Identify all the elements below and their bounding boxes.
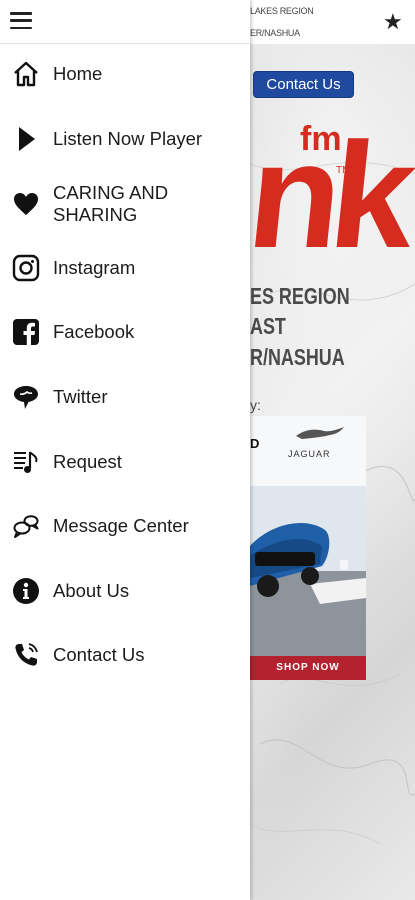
menu-item-label: Twitter [53,386,108,407]
station-city-text: ER/NASHUA [250,28,300,38]
jaguar-logo-icon [296,427,344,439]
menu-item-label: Facebook [53,321,135,342]
message-center-icon [11,511,41,541]
menu-item-facebook[interactable]: Facebook [0,304,250,360]
menu-item-contact-us[interactable]: Contact Us [0,627,250,683]
menu-item-twitter[interactable]: Twitter [0,369,250,425]
heart-icon [11,189,41,219]
twitter-icon [11,382,41,412]
menu-item-request[interactable]: Request [0,434,250,490]
info-icon [11,576,41,606]
sponsored-by-label: y: [250,397,261,413]
coverage-region-line: AST [250,313,286,339]
instagram-icon [11,253,41,283]
contact-us-button[interactable]: Contact Us [253,71,354,98]
shop-now-button[interactable]: SHOP NOW [250,656,366,680]
station-logo-tm: TM [336,165,351,176]
home-icon [11,59,41,89]
coverage-region-line: R/NASHUA [250,344,345,370]
phone-icon [11,640,41,670]
menu-item-label: CARING AND SHARING [53,182,169,225]
advertisement-banner[interactable]: D JAGUAR SHOP NOW [250,416,366,680]
station-logo-fm: fm [300,120,342,158]
ad-brand-fragment: D [250,436,260,451]
star-icon[interactable]: ★ [383,11,403,33]
ad-brand-name: JAGUAR [288,449,331,459]
station-region-text: LAKES REGION [250,6,314,16]
menu-item-label: Request [53,451,122,472]
coverage-region-line: ES REGION [250,283,350,309]
facebook-icon [11,317,41,347]
menu-item-label: Message Center [53,515,189,536]
menu-item-label: Listen Now Player [53,128,203,149]
drawer-header [0,0,250,44]
play-icon [11,124,41,154]
menu-item-about-us[interactable]: About Us [0,563,250,619]
menu-item-listen-now[interactable]: Listen Now Player [0,111,250,167]
hamburger-icon[interactable] [10,12,32,30]
menu-item-label: About Us [53,580,130,601]
car-image [250,486,366,656]
menu-item-label: Instagram [53,257,136,278]
menu-item-message-center[interactable]: Message Center [0,498,250,554]
menu-item-home[interactable]: Home [0,46,250,102]
menu-item-label: Home [53,63,103,84]
menu-item-label: Contact Us [53,644,145,665]
menu-item-instagram[interactable]: Instagram [0,240,250,296]
navigation-drawer: Home Listen Now Player CARING AND SHARIN… [0,0,250,900]
ad-header: D JAGUAR [250,416,366,486]
music-request-icon [11,447,41,477]
menu-item-caring-sharing[interactable]: CARING AND SHARING [0,176,250,232]
